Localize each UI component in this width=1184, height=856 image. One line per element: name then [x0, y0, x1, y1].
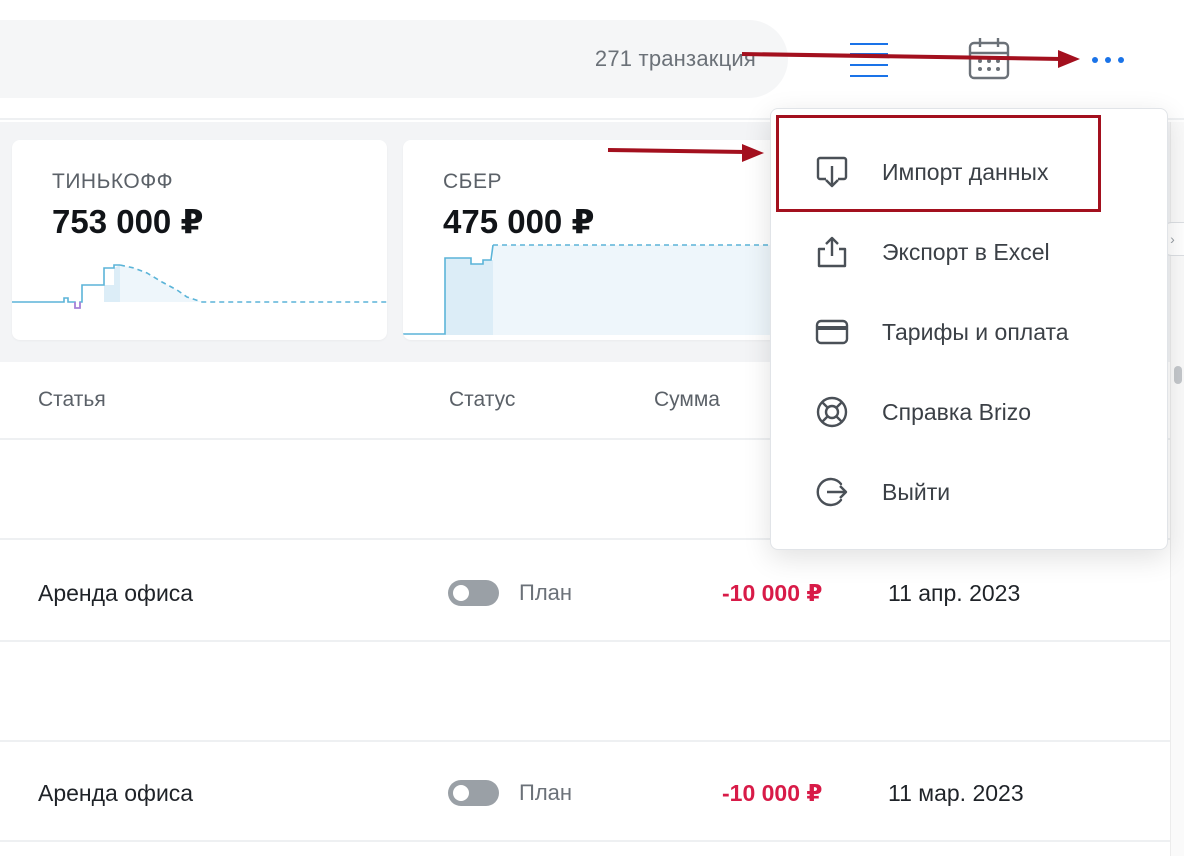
menu-item-help[interactable]: Справка Brizo	[771, 371, 1169, 451]
row-status: План	[519, 780, 573, 805]
row-date: 11 мар. 2023	[888, 780, 1024, 806]
menu-item-label: Справка Brizo	[882, 399, 1032, 425]
export-icon	[817, 236, 847, 268]
status-toggle[interactable]	[448, 580, 499, 606]
column-header-amount[interactable]: Сумма	[654, 388, 720, 412]
table-row-empty	[0, 642, 1170, 742]
account-card-sber[interactable]: СБЕР 475 000 ₽	[403, 140, 783, 340]
column-header-article[interactable]: Статья	[38, 388, 106, 412]
more-options-icon[interactable]	[1086, 50, 1130, 70]
row-amount: -10 000 ₽	[722, 780, 823, 806]
row-status: План	[519, 580, 573, 605]
menu-item-logout[interactable]: Выйти	[771, 451, 1169, 531]
calendar-icon[interactable]	[968, 36, 1010, 80]
credit-card-icon	[815, 319, 849, 345]
balance-sparkline	[12, 264, 387, 309]
menu-item-label: Выйти	[882, 479, 951, 505]
table-row[interactable]: Аренда офиса План -10 000 ₽ 11 мар. 2023	[0, 742, 1170, 842]
row-article: Аренда офиса	[38, 580, 194, 606]
list-view-icon[interactable]	[848, 40, 890, 80]
annotation-highlight-box	[776, 115, 1101, 212]
row-article: Аренда офиса	[38, 780, 194, 806]
transaction-count: 271 транзакция	[594, 46, 756, 71]
menu-item-label: Тарифы и оплата	[882, 319, 1069, 345]
menu-item-export-excel[interactable]: Экспорт в Excel	[771, 211, 1169, 291]
logout-icon	[816, 477, 848, 507]
menu-item-label: Экспорт в Excel	[882, 239, 1050, 265]
status-toggle[interactable]	[448, 780, 499, 806]
table-row[interactable]: Аренда офиса План -10 000 ₽ 11 апр. 2023	[0, 542, 1170, 642]
balance-sparkline	[403, 244, 783, 335]
account-card-tinkoff[interactable]: ТИНЬКОФФ 753 000 ₽	[12, 140, 387, 340]
help-lifebuoy-icon	[816, 396, 848, 428]
search-bar[interactable]: 271 транзакция	[0, 20, 788, 98]
top-bar: 271 транзакция	[0, 0, 1184, 120]
column-header-status[interactable]: Статус	[449, 388, 515, 412]
row-amount: -10 000 ₽	[722, 580, 823, 606]
menu-item-tariffs[interactable]: Тарифы и оплата	[771, 291, 1169, 371]
row-date: 11 апр. 2023	[888, 580, 1021, 606]
scrollbar-thumb[interactable]	[1174, 366, 1182, 384]
